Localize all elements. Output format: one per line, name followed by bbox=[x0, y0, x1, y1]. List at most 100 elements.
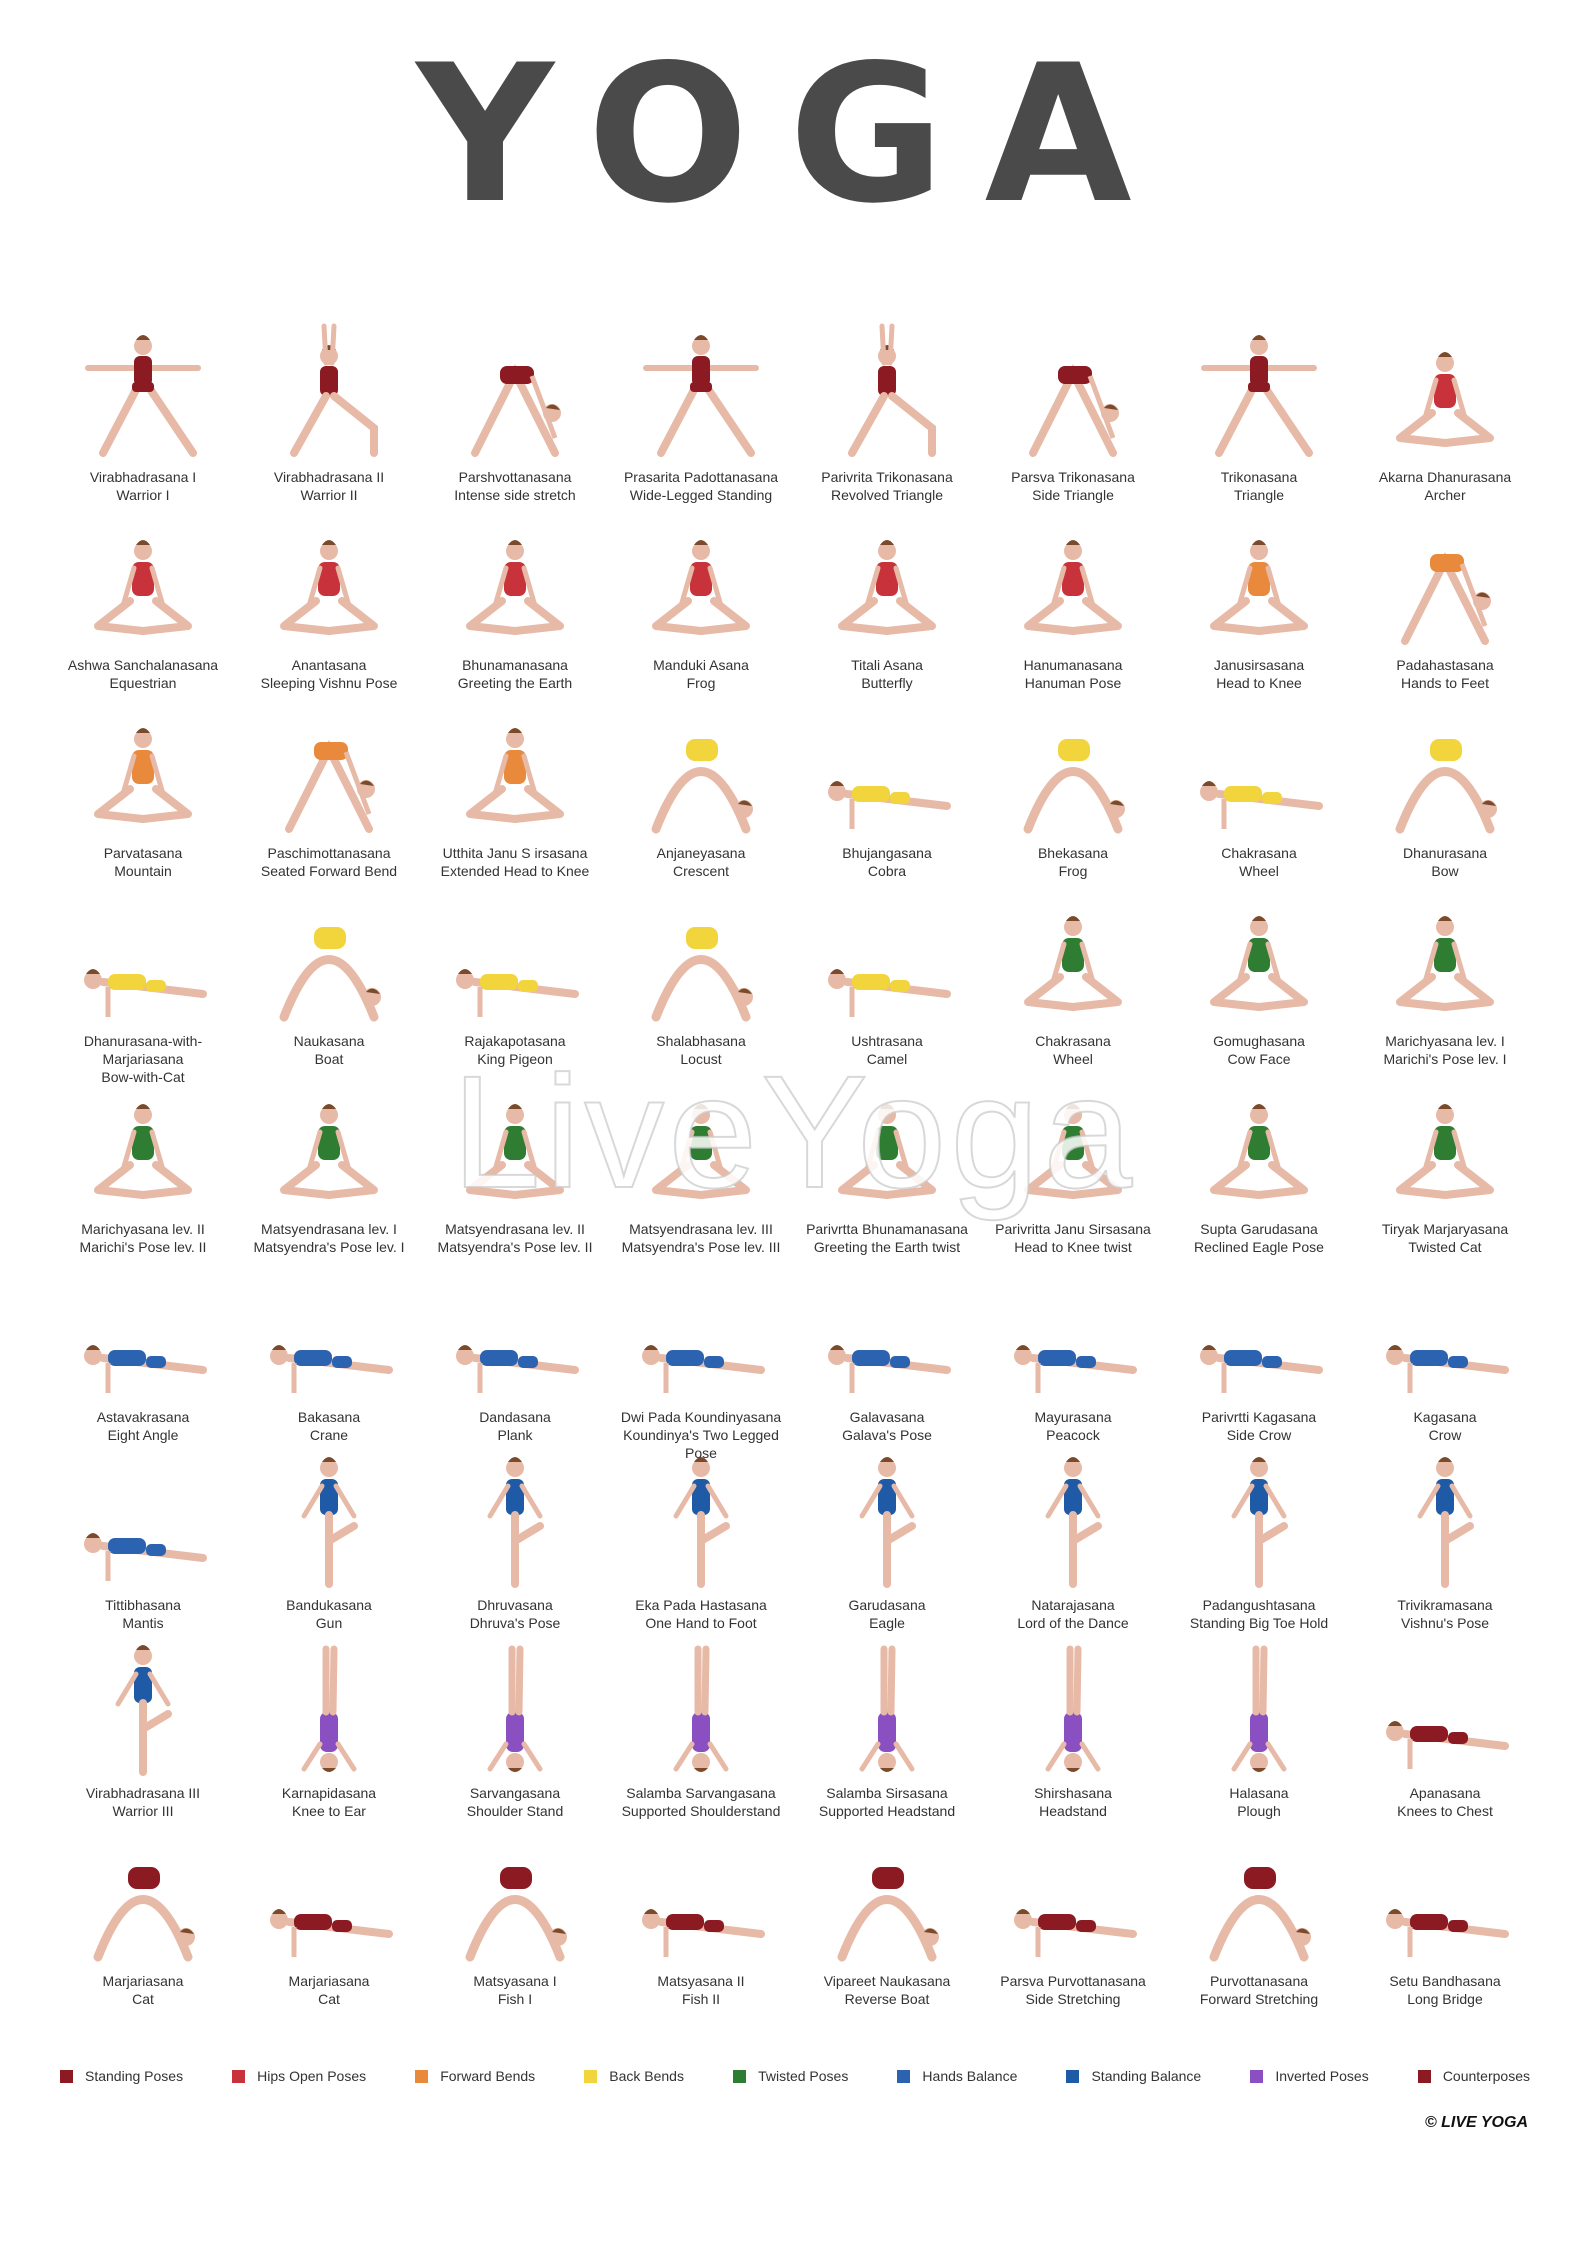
pose-name: Shirshasana bbox=[1034, 1785, 1112, 1801]
pose-name: Matsyasana I bbox=[473, 1973, 557, 1989]
pose-card: Dwi Pada Koundinyasana Koundinya's Two Le… bbox=[608, 1258, 794, 1461]
pose-figure-icon bbox=[466, 1104, 564, 1199]
pose-figure-icon bbox=[1386, 1721, 1509, 1769]
pose-caption: Karnapidasana Knee to Ear bbox=[236, 1784, 422, 1820]
pose-figure-icon bbox=[94, 728, 192, 823]
legend-item-counter: Counterposes bbox=[1417, 2068, 1530, 2084]
pose-caption: Marjariasana Cat bbox=[236, 1972, 422, 2008]
pose-figure-icon bbox=[290, 323, 378, 457]
pose-name: Marichyasana lev. I bbox=[1385, 1033, 1505, 1049]
pose-card: Garudasana Eagle bbox=[794, 1446, 980, 1634]
pose-name: Vipareet Naukasana bbox=[823, 1973, 951, 1989]
pose-figure-icon bbox=[859, 1457, 916, 1588]
pose-caption: Trikonasana Triangle bbox=[1166, 468, 1352, 504]
pose-english-name: Side Crow bbox=[1226, 1427, 1292, 1443]
pose-name: Padahastasana bbox=[1396, 657, 1494, 673]
pose-figure-icon bbox=[94, 1104, 192, 1199]
pose-name: Hanumanasana bbox=[1023, 657, 1123, 673]
pose-caption: Parivrita Trikonasana Revolved Triangle bbox=[794, 468, 980, 504]
pose-english-name: Wheel bbox=[1239, 863, 1279, 879]
pose-caption: Parivrtta Bhunamanasana Greeting the Eart… bbox=[794, 1220, 980, 1256]
pose-english-name: Matsyendra's Pose lev. III bbox=[621, 1239, 781, 1255]
pose-name: Dhanurasana-with-Marjariasana bbox=[83, 1033, 203, 1067]
pose-english-name: Reverse Boat bbox=[844, 1991, 930, 2007]
pose-english-name: Galava's Pose bbox=[842, 1427, 932, 1443]
pose-figure-icon bbox=[828, 781, 951, 829]
pose-caption: Marjariasana Cat bbox=[50, 1972, 236, 2008]
pose-figure-icon bbox=[1200, 781, 1323, 829]
pose-figure-icon bbox=[1396, 1104, 1494, 1199]
pose-caption: Tittibhasana Mantis bbox=[50, 1596, 236, 1632]
pose-figure-icon bbox=[828, 969, 951, 1017]
pose-english-name: Extended Head to Knee bbox=[440, 863, 590, 879]
pose-figure-icon bbox=[1386, 1345, 1509, 1393]
pose-english-name: Matsyendra's Pose lev. II bbox=[437, 1239, 593, 1255]
pose-caption: Shirshasana Headstand bbox=[980, 1784, 1166, 1820]
pose-english-name: Wide-Legged Standing bbox=[629, 487, 773, 503]
legend-label: Hips Open Poses bbox=[257, 2068, 367, 2084]
pose-figure-icon bbox=[838, 1104, 936, 1199]
pose-caption: Padangushtasana Standing Big Toe Hold bbox=[1166, 1596, 1352, 1632]
pose-card: Kagasana Crow bbox=[1352, 1258, 1538, 1446]
pose-caption: Trivikramasana Vishnu's Pose bbox=[1352, 1596, 1538, 1632]
pose-figure-icon bbox=[279, 927, 381, 1022]
pose-caption: Gomughasana Cow Face bbox=[1166, 1032, 1352, 1068]
pose-caption: Sarvangasana Shoulder Stand bbox=[422, 1784, 608, 1820]
pose-english-name: King Pigeon bbox=[477, 1051, 553, 1067]
pose-figure-icon bbox=[848, 323, 936, 457]
pose-figure-icon bbox=[280, 1104, 378, 1199]
pose-figure-icon bbox=[466, 728, 564, 823]
pose-name: Padangushtasana bbox=[1202, 1597, 1316, 1613]
pose-card: Matsyasana II Fish II bbox=[608, 1822, 794, 2010]
pose-caption: Manduki Asana Frog bbox=[608, 656, 794, 692]
pose-name: Paschimottanasana bbox=[267, 845, 391, 861]
pose-card: Titali Asana Butterfly bbox=[794, 506, 980, 694]
pose-card: Virabhadrasana I Warrior I bbox=[50, 318, 236, 506]
legend-item-forward: Forward Bends bbox=[415, 2068, 535, 2084]
pose-name: Utthita Janu S irsasana bbox=[442, 845, 588, 861]
pose-figure-icon bbox=[93, 1867, 195, 1962]
pose-caption: Bakasana Crane bbox=[236, 1408, 422, 1444]
pose-caption: Eka Pada Hastasana One Hand to Foot bbox=[608, 1596, 794, 1632]
pose-figure-icon bbox=[651, 739, 753, 834]
pose-caption: Akarna Dhanurasana Archer bbox=[1352, 468, 1538, 504]
pose-card: Matsyasana I Fish I bbox=[422, 1822, 608, 2010]
pose-name: Dwi Pada Koundinyasana bbox=[620, 1409, 782, 1425]
pose-card: Parshvottanasana Intense side stretch bbox=[422, 318, 608, 506]
legend-item-balance: Standing Balance bbox=[1066, 2068, 1201, 2084]
pose-caption: Dhruvasana Dhruva's Pose bbox=[422, 1596, 608, 1632]
pose-caption: Supta Garudasana Reclined Eagle Pose bbox=[1166, 1220, 1352, 1256]
pose-name: Garudasana bbox=[848, 1597, 926, 1613]
pose-caption: Marichyasana lev. I Marichi's Pose lev. I bbox=[1352, 1032, 1538, 1068]
pose-caption: Naukasana Boat bbox=[236, 1032, 422, 1068]
pose-caption: Janusirsasana Head to Knee bbox=[1166, 656, 1352, 692]
pose-figure-icon bbox=[1029, 364, 1119, 457]
pose-english-name: Cat bbox=[318, 1991, 340, 2007]
legend-swatch bbox=[733, 2069, 747, 2083]
pose-figure-icon bbox=[1386, 1909, 1509, 1957]
pose-name: Marichyasana lev. II bbox=[81, 1221, 205, 1237]
pose-grid: Virabhadrasana I Warrior I Virabhadrasana… bbox=[50, 318, 1538, 2010]
pose-name: Shalabhasana bbox=[656, 1033, 746, 1049]
legend-item-back: Back Bends bbox=[584, 2068, 684, 2084]
pose-name: Astavakrasana bbox=[96, 1409, 190, 1425]
pose-card: Dhruvasana Dhruva's Pose bbox=[422, 1446, 608, 1634]
pose-card: Tittibhasana Mantis bbox=[50, 1446, 236, 1634]
pose-card: Natarajasana Lord of the Dance bbox=[980, 1446, 1166, 1634]
pose-english-name: Vishnu's Pose bbox=[1400, 1615, 1490, 1631]
pose-figure-icon bbox=[270, 1345, 393, 1393]
pose-english-name: Archer bbox=[1424, 487, 1466, 503]
pose-caption: Parshvottanasana Intense side stretch bbox=[422, 468, 608, 504]
pose-name: Sarvangasana bbox=[469, 1785, 561, 1801]
pose-name: Parivrita Trikonasana bbox=[821, 469, 953, 485]
pose-card: Anjaneyasana Crescent bbox=[608, 694, 794, 882]
pose-figure-icon bbox=[1396, 352, 1494, 447]
pose-caption: Setu Bandhasana Long Bridge bbox=[1352, 1972, 1538, 2008]
pose-english-name: Frog bbox=[1058, 863, 1088, 879]
pose-caption: Dandasana Plank bbox=[422, 1408, 608, 1444]
legend-label: Twisted Poses bbox=[758, 2068, 849, 2084]
pose-card: Bhunamanasana Greeting the Earth bbox=[422, 506, 608, 694]
pose-name: Halasana bbox=[1229, 1785, 1289, 1801]
pose-card: Shirshasana Headstand bbox=[980, 1634, 1166, 1822]
pose-caption: Matsyendrasana lev. II Matsyendra's Pose … bbox=[422, 1220, 608, 1256]
